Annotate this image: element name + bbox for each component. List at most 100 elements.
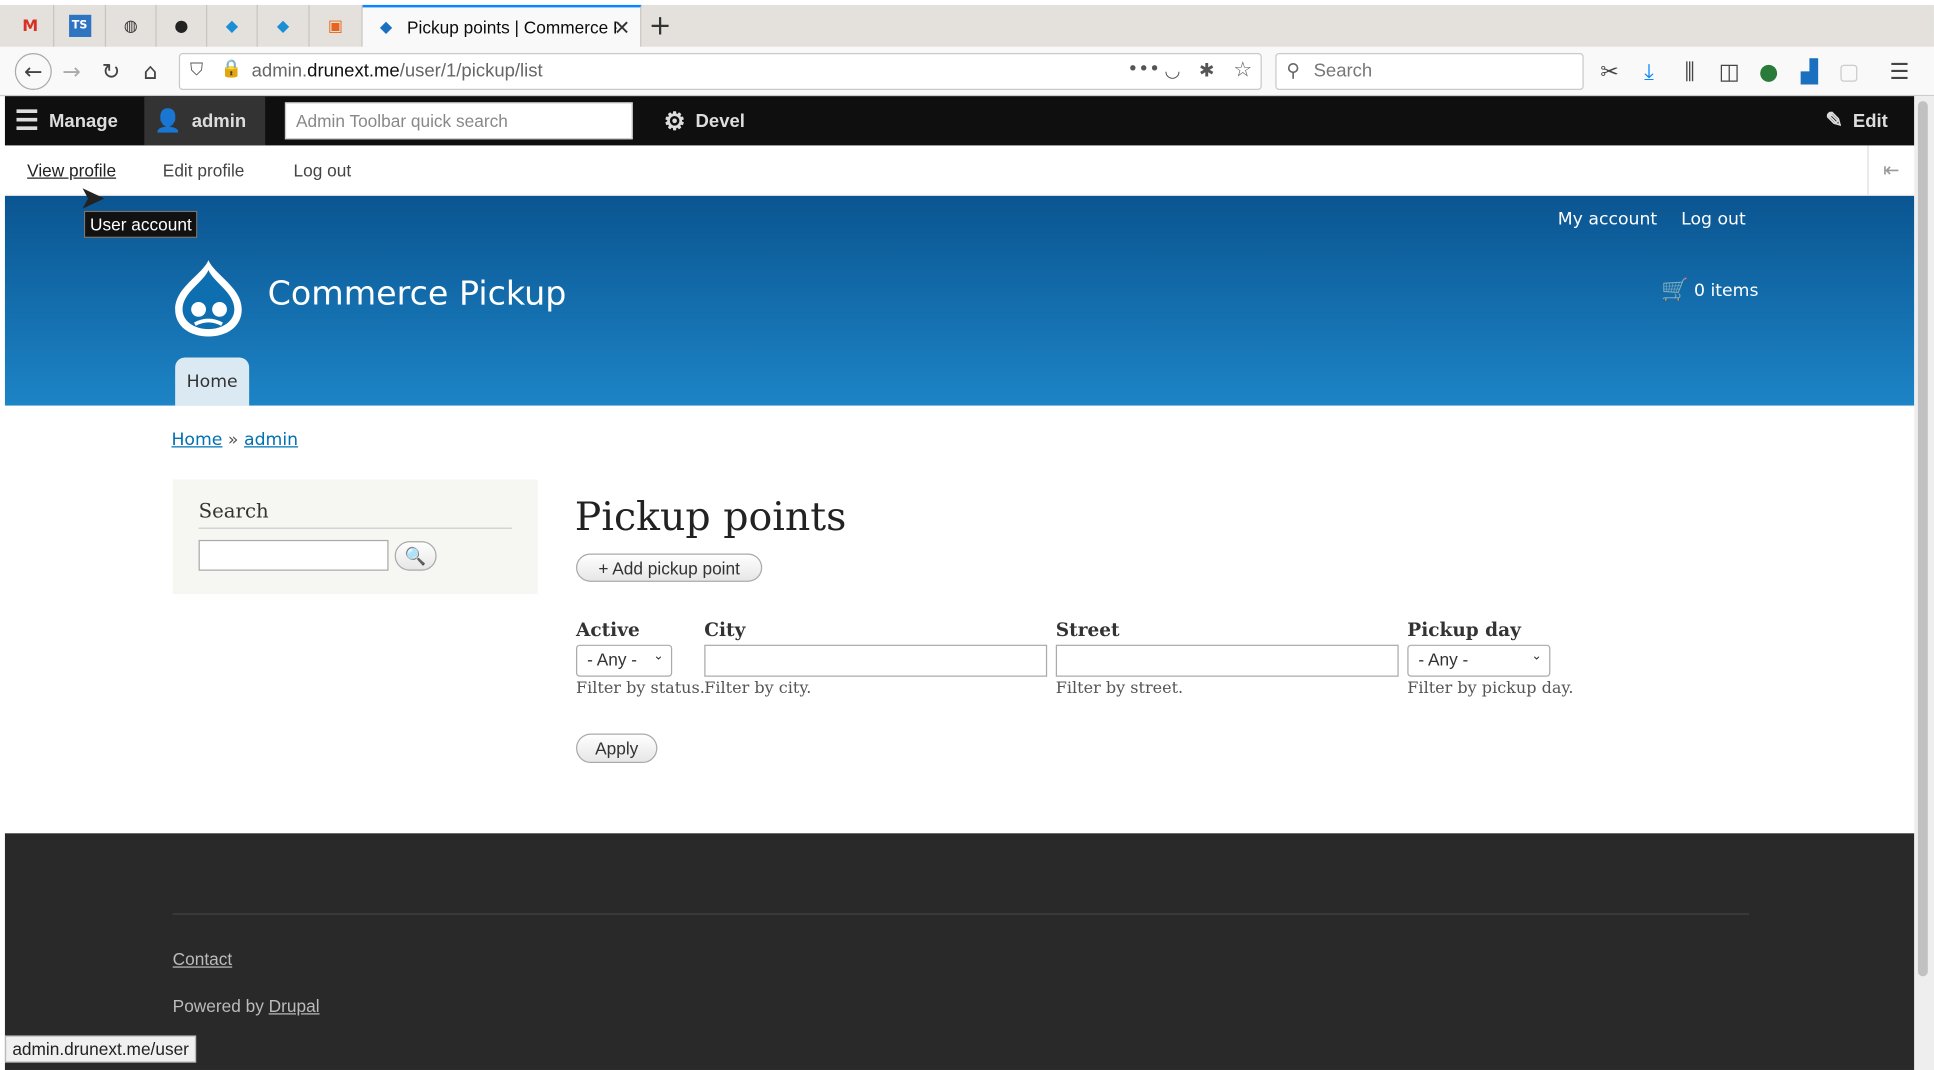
street-filter-input[interactable] xyxy=(1055,644,1399,677)
browser-tab-bar: M TS ◍ ● ◆ ◆ ▣ ◆ Pickup points | Commerc… xyxy=(0,0,1934,47)
scrollbar[interactable] xyxy=(1914,96,1934,1070)
powered-by-text: Powered by Drupal xyxy=(172,996,320,1016)
status-bar: admin.drunext.me/user xyxy=(4,1035,197,1063)
admin-quick-search-input[interactable]: Admin Toolbar quick search xyxy=(284,102,633,140)
header-log-out-link[interactable]: Log out xyxy=(1681,210,1746,230)
url-bar[interactable]: ⛉ 🔒 admin.drunext.me/user/1/pickup/list … xyxy=(178,53,1262,90)
collapse-toolbar-icon[interactable]: ⇤ xyxy=(1867,145,1914,195)
apply-button[interactable]: Apply xyxy=(575,733,658,764)
cart-link[interactable]: 🛒 0 items xyxy=(1661,277,1758,303)
breadcrumb-home[interactable]: Home xyxy=(171,430,222,450)
sidebar-icon[interactable]: ◫ xyxy=(1714,57,1744,87)
tab-ts[interactable]: TS xyxy=(54,4,107,47)
pickup-day-filter-select[interactable]: - Any - ⌄ xyxy=(1407,644,1551,677)
admin-toolbar: ☰ Manage 👤 admin Admin Toolbar quick sea… xyxy=(4,96,1915,146)
extension-icon[interactable]: ● xyxy=(1754,57,1784,87)
pickup-day-filter-desc: Filter by pickup day. xyxy=(1407,679,1574,698)
drupal-logo[interactable] xyxy=(173,258,245,339)
pencil-icon: ✎ xyxy=(1825,108,1844,132)
tab-globe[interactable]: ◍ xyxy=(106,4,157,47)
user-label: admin xyxy=(191,110,247,132)
city-filter-input[interactable] xyxy=(704,644,1048,677)
shield-icon[interactable]: ⛉ xyxy=(190,60,203,80)
pickup-day-filter-label: Pickup day xyxy=(1407,618,1521,642)
breadcrumb-admin[interactable]: admin xyxy=(244,430,298,450)
gmail-icon: M xyxy=(22,16,39,36)
pocket-icon[interactable]: ◡ xyxy=(1164,59,1180,81)
edit-profile-link[interactable]: Edit profile xyxy=(163,160,245,180)
package-icon: ▣ xyxy=(327,16,344,36)
devel-label: Devel xyxy=(695,110,745,132)
search-block-title: Search xyxy=(198,499,269,523)
log-out-link[interactable]: Log out xyxy=(294,160,352,180)
github-icon: ● xyxy=(174,16,189,36)
extension-icon[interactable]: ▢ xyxy=(1834,57,1864,87)
browser-search-input[interactable]: ⚲ Search xyxy=(1275,53,1584,90)
cart-icon: 🛒 xyxy=(1661,277,1690,304)
tab-github[interactable]: ● xyxy=(157,4,208,47)
contact-link[interactable]: Contact xyxy=(173,949,233,969)
search-icon: ⚲ xyxy=(1286,59,1301,82)
user-icon: 👤 xyxy=(154,107,182,133)
manage-label: Manage xyxy=(49,110,118,132)
admin-sub-toolbar: View profile Edit profile Log out ⇤ xyxy=(4,145,1915,196)
page-title: Pickup points xyxy=(574,493,847,540)
cart-count: 0 items xyxy=(1693,280,1759,301)
gear-icon: ⚙ xyxy=(663,107,686,135)
chevron-down-icon: ⌄ xyxy=(653,649,664,664)
edit-label: Edit xyxy=(1852,110,1888,132)
more-icon[interactable]: ••• xyxy=(1127,58,1160,80)
new-tab-icon[interactable]: + xyxy=(649,11,672,42)
drupal-icon: ◆ xyxy=(379,17,393,37)
active-filter-select[interactable]: - Any - ⌄ xyxy=(575,644,673,677)
street-filter-desc: Filter by street. xyxy=(1055,679,1184,698)
back-arrow-icon[interactable]: ← xyxy=(14,53,52,90)
manage-button[interactable]: ☰ Manage xyxy=(15,96,118,145)
forward-arrow-icon[interactable]: → xyxy=(57,57,87,87)
drupal-icon: ◆ xyxy=(276,16,290,36)
tab-package[interactable]: ▣ xyxy=(310,4,363,47)
view-profile-link[interactable]: View profile xyxy=(27,160,116,180)
edit-button[interactable]: ✎ Edit xyxy=(1825,96,1887,145)
city-filter-desc: Filter by city. xyxy=(704,679,812,698)
tab-active[interactable]: ◆ Pickup points | Commerce Pickup ✕ xyxy=(362,4,642,47)
library-icon[interactable]: ⫼ xyxy=(1675,57,1705,87)
divider xyxy=(198,527,512,529)
user-button[interactable]: 👤 admin xyxy=(144,96,266,146)
home-icon[interactable]: ⌂ xyxy=(136,57,166,87)
tab-gmail[interactable]: M xyxy=(7,4,55,47)
browser-nav-bar: ← → ↻ ⌂ ⛉ 🔒 admin.drunext.me/user/1/pick… xyxy=(0,46,1934,97)
extension-icon[interactable]: ▟ xyxy=(1795,57,1825,87)
street-filter-label: Street xyxy=(1055,618,1120,642)
bug-icon[interactable]: ✱ xyxy=(1199,59,1215,81)
close-icon[interactable]: ✕ xyxy=(614,16,631,39)
tab-drupal-2[interactable]: ◆ xyxy=(258,4,310,47)
breadcrumb: Home » admin xyxy=(171,430,299,450)
tab-drupal-1[interactable]: ◆ xyxy=(207,4,258,47)
sidebar-search-input[interactable] xyxy=(198,539,389,571)
nav-home-tab[interactable]: Home xyxy=(175,357,250,406)
sidebar-search-block: Search 🔍 xyxy=(172,479,538,595)
reload-icon[interactable]: ↻ xyxy=(96,57,126,87)
devel-button[interactable]: ⚙ Devel xyxy=(664,96,745,145)
active-filter-label: Active xyxy=(575,618,640,642)
site-header: My account Log out Commerce Pickup 🛒 0 i… xyxy=(4,195,1915,406)
download-icon[interactable]: ⤓ xyxy=(1634,57,1664,87)
screenshot-icon[interactable]: ✂ xyxy=(1595,57,1625,87)
sidebar-search-button[interactable]: 🔍 xyxy=(394,541,437,571)
site-footer: Contact Powered by Drupal xyxy=(4,833,1915,1070)
hamburger-menu-icon[interactable]: ☰ xyxy=(1885,57,1915,87)
drupal-link[interactable]: Drupal xyxy=(269,996,320,1016)
tab-title: Pickup points | Commerce Pickup xyxy=(407,17,617,37)
mouse-cursor-icon: ➤ xyxy=(78,179,106,217)
chevron-down-icon: ⌄ xyxy=(1531,649,1542,664)
insecure-lock-icon[interactable]: 🔒 xyxy=(221,59,243,79)
city-filter-label: City xyxy=(704,618,746,642)
scrollbar-thumb[interactable] xyxy=(1917,101,1928,977)
star-icon[interactable]: ☆ xyxy=(1233,58,1252,83)
site-name[interactable]: Commerce Pickup xyxy=(268,275,567,313)
my-account-link[interactable]: My account xyxy=(1558,210,1657,230)
globe-icon: ◍ xyxy=(123,16,138,36)
ts-icon: TS xyxy=(68,14,91,37)
add-pickup-point-button[interactable]: + Add pickup point xyxy=(575,553,763,582)
